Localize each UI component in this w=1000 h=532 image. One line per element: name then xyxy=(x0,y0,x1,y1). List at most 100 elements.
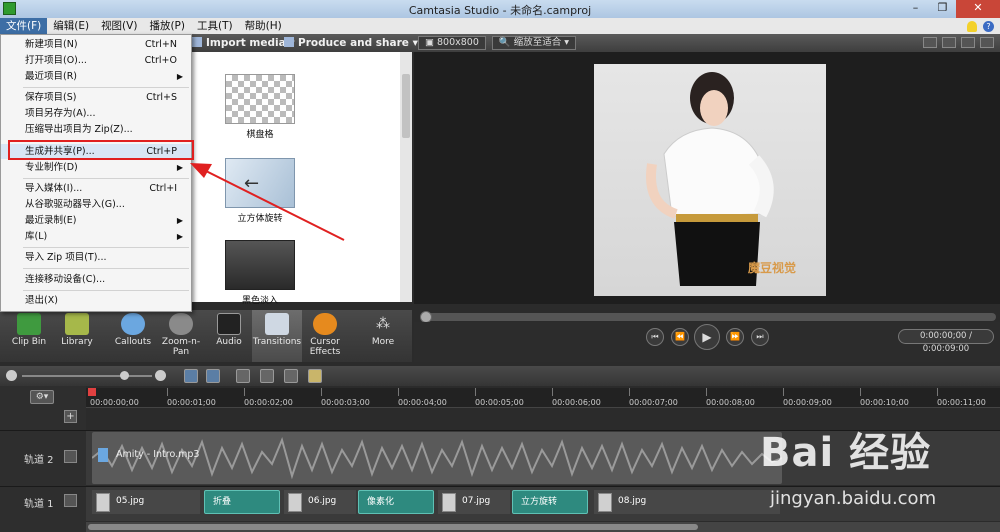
photo-watermark: 魔豆视觉 xyxy=(747,261,796,275)
restore-button[interactable]: ❐ xyxy=(929,0,956,18)
menu-play[interactable]: 播放(P) xyxy=(143,18,191,34)
title-bar: Camtasia Studio - 未命名.camproj – ❐ ✕ xyxy=(0,0,1000,18)
transition-clip[interactable]: 立方旋转 xyxy=(512,490,588,514)
transition-clip[interactable]: 折叠 xyxy=(204,490,280,514)
cut-icon[interactable] xyxy=(236,369,250,383)
menu-item-save-project[interactable]: 保存项目(S) Ctrl+S xyxy=(1,90,191,105)
menu-item-import-google-drive[interactable]: 从谷歌驱动器导入(G)... xyxy=(1,197,191,212)
menu-help[interactable]: 帮助(H) xyxy=(239,18,288,34)
menu-edit[interactable]: 编辑(E) xyxy=(47,18,95,34)
submenu-arrow-icon: ▶ xyxy=(176,163,183,172)
ruler-label: 00:00:05;00 xyxy=(475,398,524,407)
preview-canvas[interactable]: 魔豆视觉 xyxy=(594,64,826,296)
zoom-in-icon[interactable] xyxy=(155,370,166,381)
paste-icon[interactable] xyxy=(308,369,322,383)
image-clip[interactable]: 05.jpg xyxy=(92,490,200,514)
menu-item-connect-mobile[interactable]: 连接移动设备(C)... xyxy=(1,272,191,287)
close-button[interactable]: ✕ xyxy=(956,0,1000,18)
gear-icon[interactable]: ⚙▾ xyxy=(30,390,54,404)
transition-tile-fade-black[interactable]: 黑色淡入 xyxy=(224,240,296,306)
copy-icon[interactable] xyxy=(284,369,298,383)
zoom-fit-dropdown[interactable]: 🔍 缩放至适合 ▾ xyxy=(491,36,577,50)
menu-item-library[interactable]: 库(L) ▶ xyxy=(1,229,191,244)
tab-more[interactable]: ⁂ More xyxy=(358,310,408,362)
baidu-watermark: Bai 经验 xyxy=(760,430,932,476)
split-icon[interactable] xyxy=(260,369,274,383)
skip-forward-icon[interactable]: ⏭ xyxy=(751,328,769,346)
menu-item-save-as[interactable]: 项目另存为(A)... xyxy=(1,106,191,121)
tick xyxy=(552,388,553,396)
tab-clip-bin[interactable]: Clip Bin xyxy=(4,310,54,362)
lightbulb-icon[interactable] xyxy=(967,20,977,32)
tab-zoom-n-pan[interactable]: Zoom-n-Pan xyxy=(156,310,206,362)
fast-forward-icon[interactable]: ⏩ xyxy=(726,328,744,346)
produce-share-button[interactable]: Produce and share ▾ xyxy=(284,36,418,50)
tab-cursor-effects[interactable]: Cursor Effects xyxy=(300,310,350,362)
film-icon xyxy=(284,37,294,47)
pan-icon[interactable] xyxy=(942,37,956,48)
menu-item-pro-production[interactable]: 专业制作(D) ▶ xyxy=(1,160,191,175)
undo-icon[interactable] xyxy=(184,369,198,383)
fullscreen-icon[interactable] xyxy=(980,37,994,48)
menu-item-recent-recordings[interactable]: 最近录制(E) ▶ xyxy=(1,213,191,228)
rewind-icon[interactable]: ⏪ xyxy=(671,328,689,346)
image-clip[interactable]: 08.jpg xyxy=(594,490,780,514)
redo-icon[interactable] xyxy=(206,369,220,383)
menu-item-recent-projects[interactable]: 最近项目(R) ▶ xyxy=(1,69,191,84)
audio-clip[interactable]: Amity - Intro.mp3 xyxy=(92,432,782,484)
zoom-out-icon[interactable] xyxy=(6,370,17,381)
tab-callouts[interactable]: Callouts xyxy=(108,310,158,362)
menu-item-export-zip[interactable]: 压缩导出项目为 Zip(Z)... xyxy=(1,122,191,137)
tick xyxy=(321,388,322,396)
help-icon[interactable]: ? xyxy=(983,20,994,32)
track-options-button[interactable] xyxy=(64,450,77,463)
menu-item-import-zip[interactable]: 导入 Zip 项目(T)... xyxy=(1,250,191,265)
ruler-label: 00:00:09;00 xyxy=(783,398,832,407)
detach-icon[interactable] xyxy=(961,37,975,48)
timeline-zoom-slider[interactable] xyxy=(22,371,152,380)
minimize-button[interactable]: – xyxy=(902,0,929,18)
scroll-thumb[interactable] xyxy=(88,524,698,530)
ruler-label: 00:00:01;00 xyxy=(167,398,216,407)
panel-scrollbar[interactable] xyxy=(400,52,412,302)
timeline-scrollbar[interactable] xyxy=(86,522,1000,532)
playhead-icon[interactable] xyxy=(88,388,96,396)
canvas-dimension-box[interactable]: ▣ 800x800 xyxy=(418,36,486,50)
ruler-label: 00:00:07;00 xyxy=(629,398,678,407)
menu-tools[interactable]: 工具(T) xyxy=(191,18,239,34)
import-icon xyxy=(192,37,202,47)
transition-tile-cube-rotate[interactable]: 立方体旋转 xyxy=(224,158,296,224)
transition-clip[interactable]: 像素化 xyxy=(358,490,434,514)
skip-back-icon[interactable]: ⏮ xyxy=(646,328,664,346)
submenu-arrow-icon: ▶ xyxy=(176,72,183,81)
audio-file-icon xyxy=(98,448,108,462)
menu-item-exit[interactable]: 退出(X) xyxy=(1,293,191,308)
import-media-button[interactable]: Import media ▾ xyxy=(192,36,295,50)
add-track-button[interactable]: + xyxy=(64,410,77,423)
tick xyxy=(860,388,861,396)
zoom-slider-knob[interactable] xyxy=(120,371,129,380)
scroll-thumb[interactable] xyxy=(402,74,410,138)
menu-view[interactable]: 视图(V) xyxy=(95,18,143,34)
menu-file[interactable]: 文件(F) xyxy=(0,18,48,34)
ruler-label: 00:00:06;00 xyxy=(552,398,601,407)
track-name: 轨道 2 xyxy=(24,455,54,466)
tab-audio[interactable]: Audio xyxy=(204,310,254,362)
window-title: Camtasia Studio - 未命名.camproj xyxy=(408,4,592,17)
track-options-button[interactable] xyxy=(64,494,77,507)
image-clip[interactable]: 07.jpg xyxy=(438,490,510,514)
menu-item-open-project[interactable]: 打开项目(O)... Ctrl+O xyxy=(1,53,191,68)
crop-icon[interactable] xyxy=(923,37,937,48)
ruler-label: 00:00:04;00 xyxy=(398,398,447,407)
tab-transitions[interactable]: Transitions xyxy=(252,310,302,362)
tab-library[interactable]: Library xyxy=(52,310,102,362)
ruler-label: 00:00:03;00 xyxy=(321,398,370,407)
transition-tile-checkerboard[interactable]: 棋盘格 xyxy=(224,74,296,140)
highlight-box xyxy=(8,140,194,160)
menu-item-new-project[interactable]: 新建项目(N) Ctrl+N xyxy=(1,37,191,52)
image-clip[interactable]: 06.jpg xyxy=(284,490,356,514)
timeline-ruler[interactable]: 00:00:00;00 00:00:01;00 00:00:02;00 00:0… xyxy=(86,388,1000,408)
menu-item-import-media[interactable]: 导入媒体(I)... Ctrl+I xyxy=(1,181,191,196)
playback-scrubber[interactable] xyxy=(420,311,996,323)
play-icon[interactable]: ▶ xyxy=(694,324,720,350)
